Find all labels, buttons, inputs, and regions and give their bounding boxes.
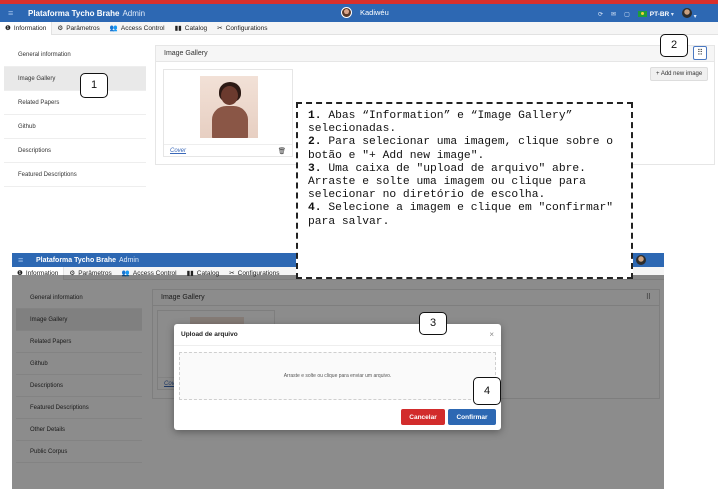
tab-label: Access Control <box>120 24 165 32</box>
callout-4: 4 <box>473 377 501 405</box>
menu-icon[interactable]: ≡ <box>18 255 28 265</box>
menu-icon[interactable]: ≡ <box>8 8 18 18</box>
info-sidebar: General information Image Gallery Relate… <box>0 43 148 187</box>
modal-header: Upload de arquivo × <box>174 324 501 346</box>
corpus-name: Kadiwéu <box>360 8 389 17</box>
user-menu[interactable] <box>636 255 646 265</box>
tab-parametros[interactable]: ⚙ Parâmetros <box>52 22 104 35</box>
user-menu[interactable]: ▾ <box>681 8 697 20</box>
photo-body <box>212 106 248 138</box>
sidebar-item-descriptions[interactable]: Descriptions <box>4 139 146 163</box>
brand-title[interactable]: Plataforma Tycho Brahe <box>36 257 116 264</box>
dropzone-text: Arraste e solte ou clique para enviar um… <box>283 373 392 379</box>
step-number: 4. <box>308 202 322 215</box>
brand-title[interactable]: Plataforma Tycho Brahe <box>28 9 119 18</box>
navbar-right-tools: ⟳ ✉ ▢ PT-BR ▾ ▾ <box>598 8 697 20</box>
instruction-step-3: 3. Uma caixa de "upload de arquivo" abre… <box>308 163 621 203</box>
instructions-box: 1. Abas “Information” e “Image Gallery” … <box>296 102 633 279</box>
panel-title: Image Gallery <box>156 46 714 62</box>
instruction-step-4: 4. Selecione a imagem e clique em "confi… <box>308 202 621 228</box>
cancel-button[interactable]: Cancelar <box>401 409 445 425</box>
grip-icon: ⠿ <box>697 48 703 57</box>
tab-information[interactable]: ❶ Information <box>0 21 53 35</box>
corpus-selector[interactable]: Kadiwéu <box>341 7 389 18</box>
file-dropzone[interactable]: Arraste e solte ou clique para enviar um… <box>179 352 496 400</box>
cover-link[interactable]: Cover <box>170 148 186 154</box>
photo-face <box>221 86 238 105</box>
cogs-icon: ⚙ <box>57 24 64 32</box>
tab-access-control[interactable]: 👥 Access Control <box>105 22 170 35</box>
gallery-options-button[interactable]: ⠿ <box>693 46 707 60</box>
callout-1: 1 <box>80 73 108 98</box>
confirm-button[interactable]: Confirmar <box>448 409 496 425</box>
close-icon[interactable]: × <box>489 330 494 339</box>
trash-icon[interactable]: 🗑 <box>278 147 286 155</box>
users-icon: 👥 <box>109 24 118 32</box>
step-text: Selecione a imagem e clique em "confirma… <box>308 202 614 228</box>
callout-2: 2 <box>660 34 688 57</box>
screenshot-step-3-4: ≡ Plataforma Tycho Brahe Admin ❶ Informat… <box>12 253 664 489</box>
sidebar-item-github[interactable]: Github <box>4 115 146 139</box>
brazil-flag-icon <box>637 10 647 17</box>
language-label: PT-BR <box>649 10 670 18</box>
callout-3: 3 <box>419 312 447 335</box>
mail-icon[interactable]: ✉ <box>611 11 616 18</box>
modal-title: Upload de arquivo <box>181 331 238 338</box>
sidebar-item-featured-descriptions[interactable]: Featured Descriptions <box>4 163 146 187</box>
sidebar-item-related-papers[interactable]: Related Papers <box>4 91 146 115</box>
tab-catalog[interactable]: ▮▮ Catalog <box>170 22 213 35</box>
upload-modal: Upload de arquivo × Arraste e solte ou c… <box>174 324 501 430</box>
tools-icon: ✂ <box>217 24 223 32</box>
sidebar-item-general-information[interactable]: General information <box>4 43 146 67</box>
language-selector[interactable]: PT-BR ▾ <box>637 10 674 18</box>
step-number: 2. <box>308 136 322 149</box>
brand-subtitle: Admin <box>119 256 139 264</box>
corpus-avatar <box>341 7 352 18</box>
user-avatar <box>636 255 646 265</box>
window-icon[interactable]: ▢ <box>624 11 630 18</box>
refresh-icon[interactable]: ⟳ <box>598 11 603 18</box>
add-new-image-button[interactable]: + Add new image <box>650 67 709 81</box>
user-avatar <box>681 8 692 18</box>
tab-label: Parâmetros <box>66 24 100 32</box>
tab-label: Catalog <box>184 24 208 32</box>
info-icon: ❶ <box>5 24 11 32</box>
instruction-step-2: 2. Para selecionar uma imagem, clique so… <box>308 136 621 162</box>
step-number: 3. <box>308 162 322 175</box>
tab-label: Configurations <box>225 24 268 32</box>
top-navbar: ≡ Plataforma Tycho Brahe Admin Kadiwéu ⟳… <box>0 4 718 22</box>
gallery-image[interactable] <box>200 76 258 138</box>
brand-subtitle: Admin <box>122 8 146 18</box>
step-text: Para selecionar uma imagem, clique sobre… <box>308 136 614 162</box>
step-number: 1. <box>308 110 322 122</box>
book-icon: ▮▮ <box>174 24 182 32</box>
instruction-step-1: 1. Abas “Information” e “Image Gallery” … <box>308 110 621 136</box>
sidebar-item-image-gallery[interactable]: Image Gallery <box>4 67 146 91</box>
step-text: Uma caixa de "upload de arquivo" abre. A… <box>308 162 586 202</box>
image-card-footer: Cover 🗑 <box>164 144 292 156</box>
image-card[interactable]: Cover 🗑 <box>163 69 293 157</box>
main-tabs: ❶ Information ⚙ Parâmetros 👥 Access Control… <box>0 21 718 35</box>
tab-label: Information <box>13 24 47 32</box>
step-text: Abas “Information” e “Image Gallery” sel… <box>308 110 573 136</box>
tab-configurations[interactable]: ✂ Configurations <box>212 22 272 35</box>
